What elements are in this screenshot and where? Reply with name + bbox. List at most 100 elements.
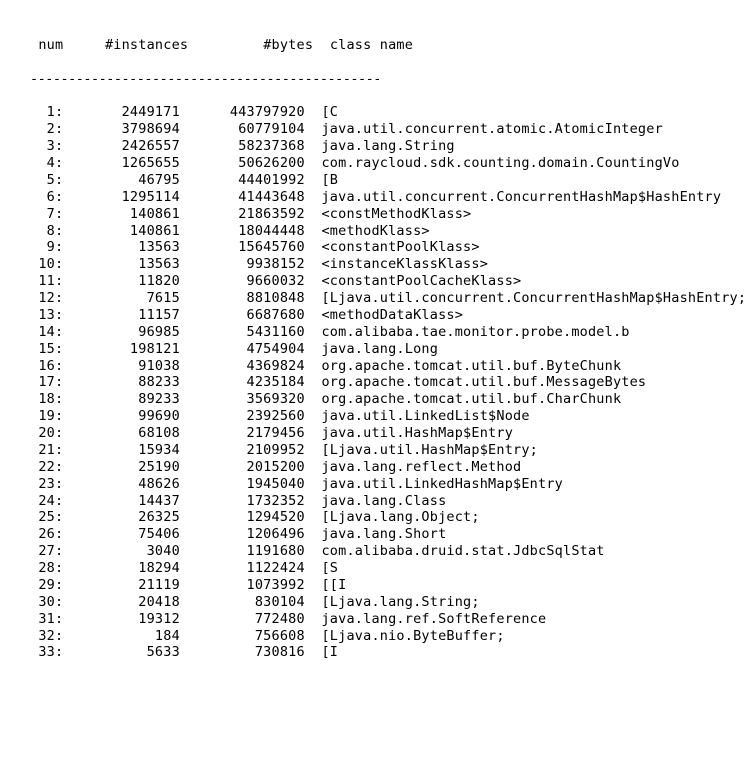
- table-row: 18: 89233 3569320 org.apache.tomcat.util…: [30, 391, 730, 408]
- cell-num: 22:: [30, 459, 63, 475]
- cell-instances: 25190: [63, 459, 180, 475]
- table-row: 10: 13563 9938152 <instanceKlassKlass>: [30, 256, 730, 273]
- cell-instances: 68108: [63, 425, 180, 441]
- cell-instances: 26325: [63, 509, 180, 525]
- col-instances: #instances: [105, 37, 188, 53]
- cell-classname: [Ljava.util.concurrent.ConcurrentHashMap…: [321, 290, 746, 306]
- cell-instances: 1265655: [63, 155, 180, 171]
- col-num: num: [30, 37, 63, 53]
- cell-bytes: 18044448: [180, 223, 305, 239]
- cell-num: 23:: [30, 476, 63, 492]
- cell-classname: <constantPoolKlass>: [321, 239, 479, 255]
- cell-bytes: 9938152: [180, 256, 305, 272]
- cell-num: 9:: [30, 239, 63, 255]
- cell-classname: [Ljava.nio.ByteBuffer;: [321, 628, 504, 644]
- cell-instances: 88233: [63, 374, 180, 390]
- cell-num: 21:: [30, 442, 63, 458]
- cell-classname: java.lang.String: [321, 138, 454, 154]
- cell-instances: 99690: [63, 408, 180, 424]
- cell-instances: 2449171: [63, 104, 180, 120]
- table-row: 7: 140861 21863592 <constMethodKlass>: [30, 206, 730, 223]
- cell-classname: java.lang.Long: [321, 341, 438, 357]
- cell-num: 16:: [30, 358, 63, 374]
- cell-instances: 48626: [63, 476, 180, 492]
- cell-instances: 20418: [63, 594, 180, 610]
- table-row: 17: 88233 4235184 org.apache.tomcat.util…: [30, 374, 730, 391]
- table-row: 23: 48626 1945040 java.util.LinkedHashMa…: [30, 476, 730, 493]
- cell-num: 1:: [30, 104, 63, 120]
- cell-instances: 140861: [63, 223, 180, 239]
- cell-bytes: 21863592: [180, 206, 305, 222]
- table-row: 16: 91038 4369824 org.apache.tomcat.util…: [30, 358, 730, 375]
- cell-classname: [C: [321, 104, 338, 120]
- table-row: 20: 68108 2179456 java.util.HashMap$Entr…: [30, 425, 730, 442]
- cell-instances: 91038: [63, 358, 180, 374]
- cell-instances: 15934: [63, 442, 180, 458]
- table-row: 15: 198121 4754904 java.lang.Long: [30, 341, 730, 358]
- cell-instances: 13563: [63, 256, 180, 272]
- cell-classname: java.lang.Short: [321, 526, 446, 542]
- cell-num: 4:: [30, 155, 63, 171]
- table-row: 30: 20418 830104 [Ljava.lang.String;: [30, 594, 730, 611]
- cell-bytes: 4754904: [180, 341, 305, 357]
- cell-classname: <constMethodKlass>: [321, 206, 471, 222]
- cell-classname: java.util.concurrent.atomic.AtomicIntege…: [321, 121, 662, 137]
- cell-classname: [Ljava.lang.String;: [321, 594, 479, 610]
- cell-classname: [I: [321, 644, 338, 660]
- cell-bytes: 58237368: [180, 138, 305, 154]
- table-row: 11: 11820 9660032 <constantPoolCacheKlas…: [30, 273, 730, 290]
- cell-num: 10:: [30, 256, 63, 272]
- cell-classname: [S: [321, 560, 338, 576]
- cell-instances: 14437: [63, 493, 180, 509]
- cell-num: 19:: [30, 408, 63, 424]
- cell-classname: [[I: [321, 577, 346, 593]
- cell-num: 33:: [30, 644, 63, 660]
- cell-instances: 13563: [63, 239, 180, 255]
- cell-instances: 198121: [63, 341, 180, 357]
- cell-bytes: 2179456: [180, 425, 305, 441]
- table-row: 4: 1265655 50626200 com.raycloud.sdk.cou…: [30, 155, 730, 172]
- table-row: 27: 3040 1191680 com.alibaba.druid.stat.…: [30, 543, 730, 560]
- cell-num: 3:: [30, 138, 63, 154]
- cell-instances: 96985: [63, 324, 180, 340]
- cell-num: 32:: [30, 628, 63, 644]
- cell-bytes: 2392560: [180, 408, 305, 424]
- table-row: 5: 46795 44401992 [B: [30, 172, 730, 189]
- cell-bytes: 730816: [180, 644, 305, 660]
- cell-instances: 19312: [63, 611, 180, 627]
- cell-instances: 140861: [63, 206, 180, 222]
- table-row: 22: 25190 2015200 java.lang.reflect.Meth…: [30, 459, 730, 476]
- table-row: 2: 3798694 60779104 java.util.concurrent…: [30, 121, 730, 138]
- cell-bytes: 1073992: [180, 577, 305, 593]
- cell-classname: [Ljava.lang.Object;: [321, 509, 479, 525]
- cell-bytes: 1191680: [180, 543, 305, 559]
- cell-bytes: 15645760: [180, 239, 305, 255]
- cell-bytes: 8810848: [180, 290, 305, 306]
- cell-num: 20:: [30, 425, 63, 441]
- cell-classname: org.apache.tomcat.util.buf.ByteChunk: [321, 358, 621, 374]
- cell-bytes: 1206496: [180, 526, 305, 542]
- cell-num: 15:: [30, 341, 63, 357]
- separator: ----------------------------------------…: [30, 71, 730, 88]
- cell-classname: java.util.LinkedHashMap$Entry: [321, 476, 563, 492]
- cell-bytes: 1732352: [180, 493, 305, 509]
- cell-classname: <constantPoolCacheKlass>: [321, 273, 521, 289]
- cell-classname: [B: [321, 172, 338, 188]
- cell-instances: 5633: [63, 644, 180, 660]
- cell-classname: com.alibaba.druid.stat.JdbcSqlStat: [321, 543, 604, 559]
- cell-classname: java.util.HashMap$Entry: [321, 425, 513, 441]
- cell-instances: 3040: [63, 543, 180, 559]
- cell-classname: <instanceKlassKlass>: [321, 256, 488, 272]
- cell-bytes: 3569320: [180, 391, 305, 407]
- cell-num: 8:: [30, 223, 63, 239]
- cell-bytes: 4369824: [180, 358, 305, 374]
- cell-classname: java.lang.ref.SoftReference: [321, 611, 546, 627]
- cell-num: 17:: [30, 374, 63, 390]
- cell-bytes: 5431160: [180, 324, 305, 340]
- cell-num: 29:: [30, 577, 63, 593]
- cell-num: 31:: [30, 611, 63, 627]
- cell-num: 30:: [30, 594, 63, 610]
- cell-bytes: 44401992: [180, 172, 305, 188]
- cell-bytes: 50626200: [180, 155, 305, 171]
- table-row: 8: 140861 18044448 <methodKlass>: [30, 223, 730, 240]
